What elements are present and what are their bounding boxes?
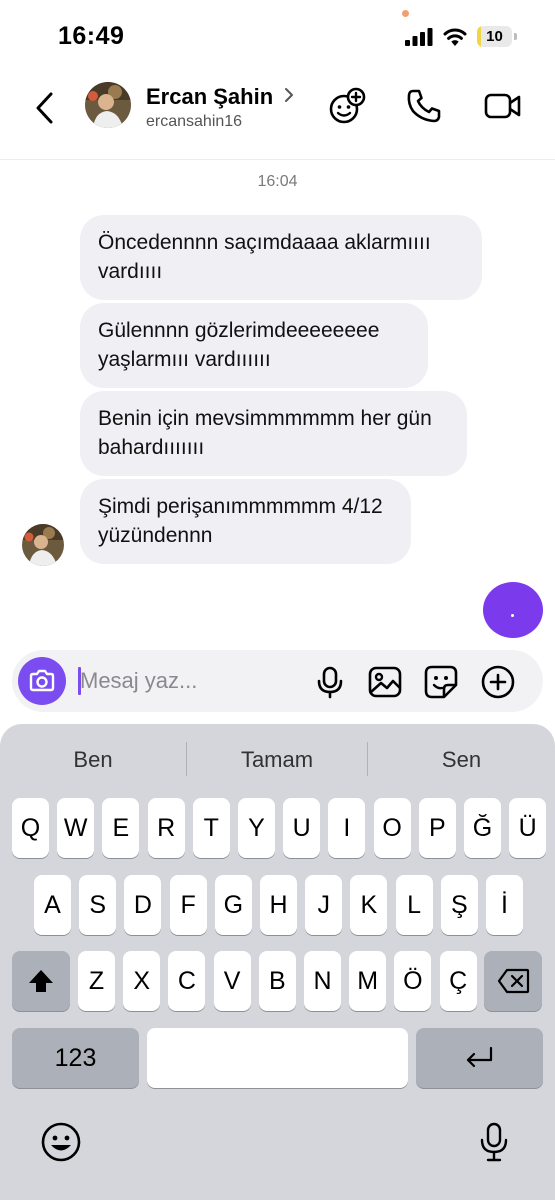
key-9[interactable]: O (373, 798, 411, 858)
message-bubble[interactable]: Benin için mevsimmmmmm her gün bahardııı… (80, 391, 467, 476)
key-11[interactable]: Ğ (464, 798, 501, 858)
key-7[interactable]: J (305, 875, 343, 935)
key-2[interactable]: W (57, 798, 95, 858)
message-bubble[interactable]: Gülennnn gözlerimdeeeeeeee yaşlarmııı va… (80, 303, 428, 388)
camera-button[interactable] (18, 657, 66, 705)
backspace-key[interactable] (484, 951, 542, 1011)
contact-avatar[interactable] (85, 82, 131, 128)
plus-circle-icon[interactable] (480, 664, 516, 700)
message-bubble[interactable]: Şimdi perişanımmmmmm 4/12 yüzündennn (80, 479, 411, 564)
battery-indicator: 10 (477, 26, 517, 47)
key-5[interactable]: B (258, 951, 296, 1011)
key-10[interactable]: Ş (440, 875, 478, 935)
key-9[interactable]: L (395, 875, 433, 935)
key-8[interactable]: Ö (394, 951, 432, 1011)
chat-header: Ercan Şahin ercansahin16 (0, 62, 555, 160)
cellular-signal-icon (405, 28, 433, 46)
key-4[interactable]: R (147, 798, 185, 858)
contact-name[interactable]: Ercan Şahin (146, 84, 273, 110)
suggestion-1[interactable]: Ben (0, 743, 186, 777)
shift-key[interactable] (12, 951, 70, 1011)
message-bubble[interactable]: Öncedennnn saçımdaaaa aklarmıııı vardııı… (80, 215, 482, 300)
key-8[interactable]: I (328, 798, 366, 858)
message-composer (12, 650, 543, 712)
key-8[interactable]: K (350, 875, 388, 935)
key-1[interactable]: Z (78, 951, 115, 1011)
return-icon (466, 1046, 493, 1068)
space-key[interactable] (147, 1028, 408, 1088)
key-2[interactable]: X (123, 951, 161, 1011)
key-9[interactable]: Ç (439, 951, 477, 1011)
backspace-icon (497, 968, 530, 994)
microphone-icon[interactable] (312, 664, 348, 700)
phone-icon[interactable] (404, 86, 444, 126)
video-icon[interactable] (483, 86, 523, 126)
key-3[interactable]: E (102, 798, 140, 858)
key-6[interactable]: N (304, 951, 341, 1011)
status-time: 16:49 (58, 22, 125, 50)
camera-icon (29, 669, 55, 692)
key-7[interactable]: U (283, 798, 321, 858)
status-bar: 16:49 10 (0, 0, 555, 62)
dictation-icon[interactable] (472, 1120, 516, 1164)
key-6[interactable]: Y (238, 798, 275, 858)
key-1[interactable]: A (34, 875, 71, 935)
back-chevron-icon[interactable] (30, 88, 60, 128)
key-11[interactable]: İ (486, 875, 523, 935)
typing-indicator (483, 582, 543, 638)
key-1[interactable]: Q (12, 798, 49, 858)
message-timestamp: 16:04 (257, 173, 298, 190)
return-key[interactable] (416, 1028, 543, 1088)
key-3[interactable]: C (168, 951, 206, 1011)
battery-percentage: 10 (486, 28, 503, 45)
key-12[interactable]: Ü (509, 798, 547, 858)
chevron-right-icon[interactable] (283, 86, 295, 104)
wifi-icon (443, 28, 467, 46)
sender-avatar[interactable] (22, 524, 64, 566)
key-6[interactable]: H (260, 875, 297, 935)
suggestion-3[interactable]: Sen (368, 743, 555, 777)
key-4[interactable]: V (213, 951, 251, 1011)
key-3[interactable]: D (124, 875, 162, 935)
numbers-key[interactable]: 123 (12, 1028, 139, 1088)
key-5[interactable]: G (214, 875, 252, 935)
key-10[interactable]: P (418, 798, 456, 858)
contact-username[interactable]: ercansahin16 (146, 113, 242, 131)
image-icon[interactable] (367, 664, 403, 700)
privacy-indicator-dot (402, 10, 409, 17)
suggestion-2[interactable]: Tamam (187, 743, 367, 777)
key-2[interactable]: S (79, 875, 117, 935)
key-5[interactable]: T (192, 798, 230, 858)
key-7[interactable]: M (349, 951, 387, 1011)
key-4[interactable]: F (169, 875, 207, 935)
message-input[interactable] (80, 660, 300, 702)
shift-icon (29, 970, 53, 992)
emoji-icon[interactable] (39, 1120, 83, 1164)
sticker-icon[interactable] (423, 664, 459, 700)
add-effect-icon[interactable] (327, 86, 367, 126)
keyboard: Ben Tamam Sen QWERTYUIOPĞÜ ASDFGHJKLŞİ Z… (0, 724, 555, 1200)
